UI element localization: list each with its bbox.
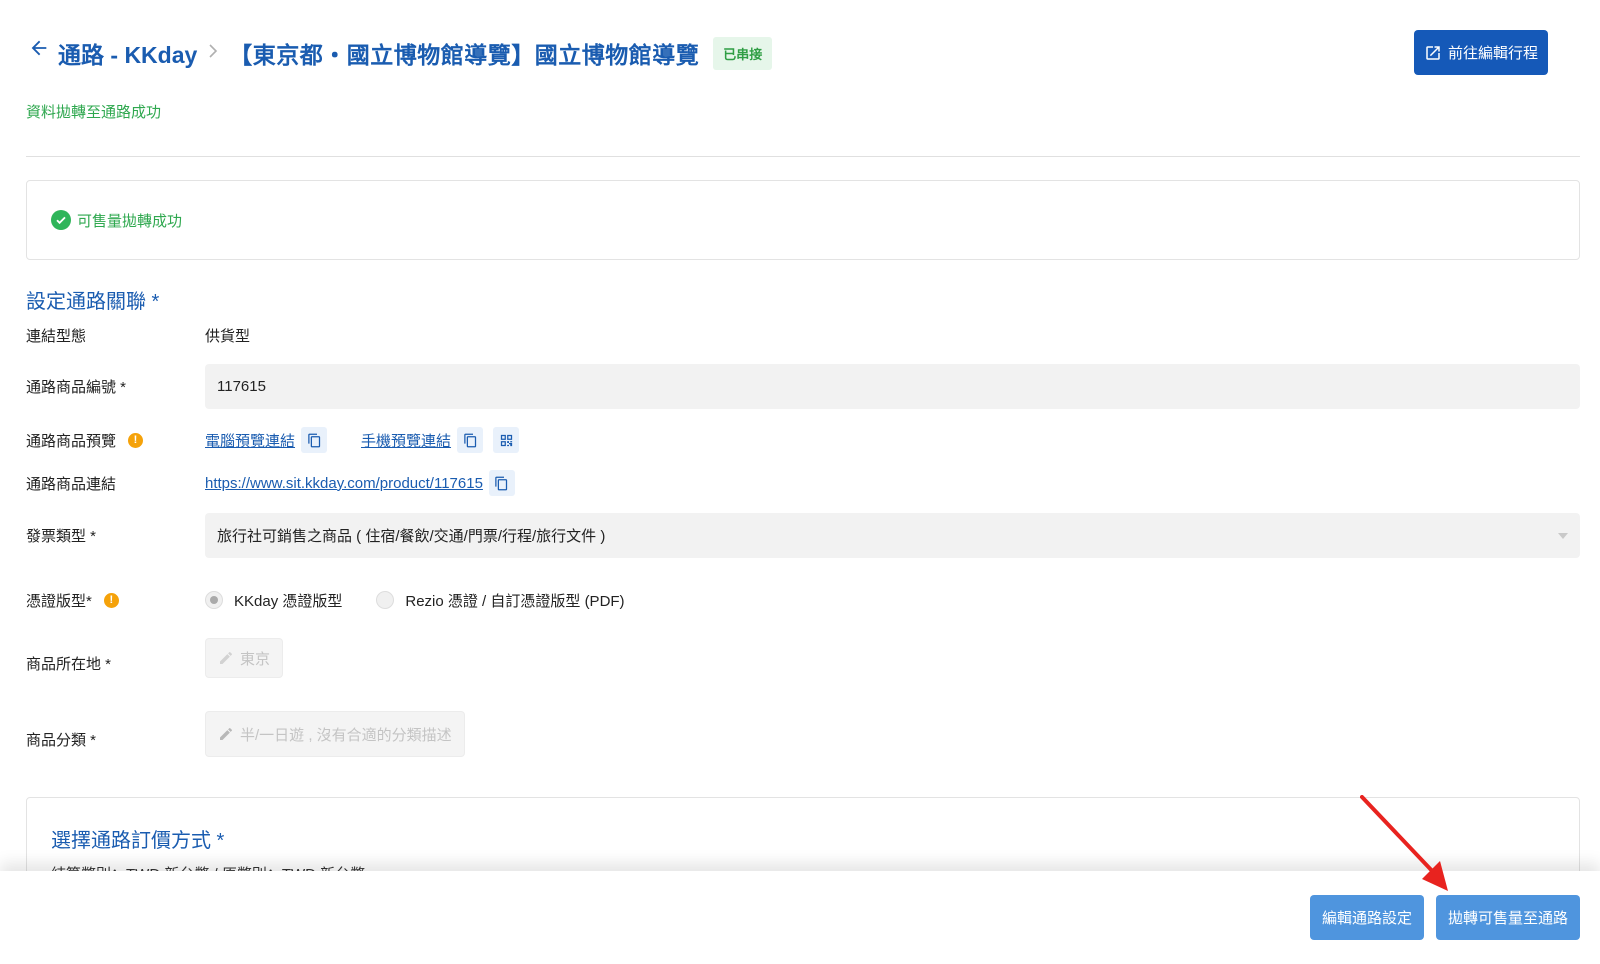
external-link-icon [1426, 45, 1440, 60]
chevron-right-icon [203, 44, 223, 58]
qr-code-icon[interactable] [493, 427, 520, 453]
category-field: 半/一日遊 , 沒有合適的分類描述 [205, 711, 465, 757]
voucher-option-kkday[interactable]: KKday 憑證版型 [205, 590, 342, 611]
invoice-type-label: 發票類型 * [26, 528, 97, 545]
copy-icon[interactable] [457, 427, 484, 453]
copy-icon[interactable] [488, 470, 515, 496]
availability-success-text: 可售量拋轉成功 [77, 212, 183, 230]
invoice-type-select[interactable]: 旅行社可銷售之商品 ( 住宿/餐飲/交通/門票/行程/旅行文件 ) [205, 513, 1580, 558]
voucher-option-rezio[interactable]: Rezio 憑證 / 自訂憑證版型 (PDF) [376, 590, 625, 611]
link-type-label: 連結型態 [26, 327, 87, 345]
location-field: 東京 [205, 638, 284, 678]
radio-unchecked[interactable] [376, 591, 395, 609]
invoice-type-row: 發票類型 * 旅行社可銷售之商品 ( 住宿/餐飲/交通/門票/行程/旅行文件 ) [26, 513, 1580, 558]
voucher-type-label: 憑證版型* [26, 592, 92, 610]
location-value: 東京 [240, 650, 271, 668]
preview-label-wrap: 通路商品預覽 ! [26, 430, 205, 451]
page-header: 通路 - KKday 【東京都・國立博物館導覽】國立博物館導覽 已串接 前往編輯… [26, 28, 1548, 78]
pencil-icon [220, 727, 232, 740]
desktop-preview-link[interactable]: 電腦預覽連結 [205, 430, 295, 451]
pencil-icon [220, 651, 232, 664]
sync-availability-button[interactable]: 拋轉可售量至通路 [1435, 895, 1580, 940]
edit-itinerary-button[interactable]: 前往編輯行程 [1413, 30, 1548, 75]
category-value: 半/一日遊 , 沒有合適的分類描述 [240, 726, 452, 744]
preview-row: 通路商品預覽 ! 電腦預覽連結 手機預覽連結 [26, 426, 1580, 454]
invoice-type-value: 旅行社可銷售之商品 ( 住宿/餐飲/交通/門票/行程/旅行文件 ) [217, 528, 606, 545]
divider [26, 156, 1580, 157]
product-link-label: 通路商品連結 [26, 475, 117, 493]
radio-checked[interactable] [205, 591, 223, 609]
link-type-row: 連結型態 供貨型 [26, 324, 1580, 346]
dropdown-caret-icon [1558, 532, 1568, 539]
link-type-value: 供貨型 [205, 327, 251, 345]
preview-label: 通路商品預覽 [26, 432, 117, 450]
breadcrumb-channel[interactable]: 通路 - KKday [58, 36, 197, 70]
edit-itinerary-label: 前往編輯行程 [1447, 45, 1538, 62]
product-link-row: 通路商品連結 https://www.sit.kkday.com/product… [26, 469, 1580, 497]
location-row: 商品所在地 * 東京 [26, 638, 1580, 678]
voucher-type-label-wrap: 憑證版型* ! [26, 590, 205, 611]
product-url-link[interactable]: https://www.sit.kkday.com/product/117615 [205, 475, 483, 492]
check-circle-icon [51, 210, 71, 230]
product-id-field[interactable]: 117615 [205, 364, 1580, 409]
category-label: 商品分類 * [26, 731, 97, 749]
mobile-preview-link[interactable]: 手機預覽連結 [361, 430, 451, 451]
edit-channel-settings-button[interactable]: 編輯通路設定 [1309, 895, 1424, 940]
location-label: 商品所在地 * [26, 655, 112, 673]
voucher-type-row: 憑證版型* ! KKday 憑證版型 Rezio 憑證 / 自訂憑證版型 (PD… [26, 588, 1580, 612]
pricing-title: 選擇通路訂價方式 * [51, 830, 225, 852]
voucher-option-kkday-label: KKday 憑證版型 [234, 592, 343, 610]
product-id-label: 通路商品編號 * [26, 379, 127, 396]
voucher-option-rezio-label: Rezio 憑證 / 自訂憑證版型 (PDF) [405, 592, 625, 610]
category-row: 商品分類 * 半/一日遊 , 沒有合適的分類描述 [26, 711, 1580, 757]
section-title: 設定通路關聯 * [26, 291, 160, 313]
page-title: 【東京都・國立博物館導覽】國立博物館導覽 [229, 42, 700, 68]
copy-icon[interactable] [301, 427, 328, 453]
annotation-arrow-icon [1360, 795, 1448, 891]
product-id-row: 通路商品編號 * 117615 [26, 364, 1580, 409]
status-badge: 已串接 [713, 36, 773, 70]
sync-success-message: 資料拋轉至通路成功 [26, 104, 162, 121]
back-arrow-icon[interactable] [26, 35, 52, 61]
info-icon[interactable]: ! [103, 592, 119, 608]
availability-success-card: 可售量拋轉成功 [26, 180, 1580, 260]
info-icon[interactable]: ! [128, 432, 144, 448]
